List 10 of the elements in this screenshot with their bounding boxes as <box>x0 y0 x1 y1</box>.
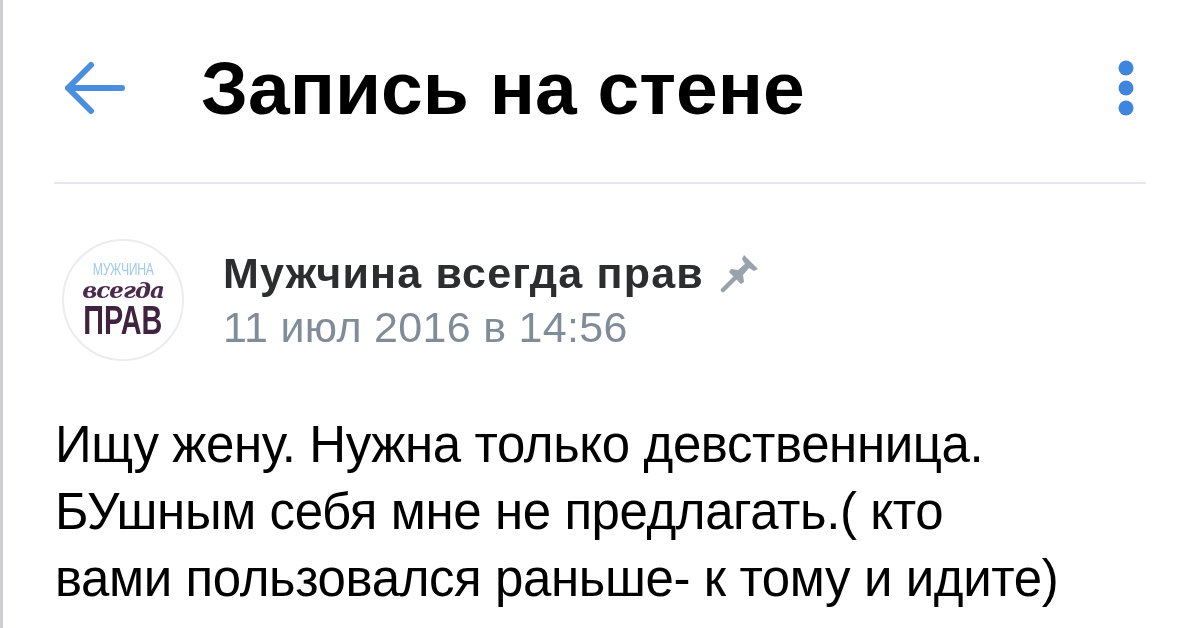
back-arrow-icon[interactable] <box>64 60 126 116</box>
logo-text: МУЖЧИНА <box>92 261 154 279</box>
more-menu-icon[interactable] <box>1118 60 1134 116</box>
group-avatar[interactable]: МУЖЧИНА всегда ПРАВ <box>62 239 184 361</box>
logo-text: всегда <box>82 279 164 301</box>
page-title: Запись на стене <box>201 50 806 126</box>
author-name[interactable]: Мужчина всегда прав <box>223 249 704 297</box>
logo-text: ПРАВ <box>83 301 163 339</box>
post-text: Ищу жену. Нужна только девственница. БУшным себя мне не предлагать.( кто вами пользовался раньше- к тому и идите) <box>55 415 1060 609</box>
post-date: 11 июл 2016 в 14:56 <box>223 303 629 351</box>
